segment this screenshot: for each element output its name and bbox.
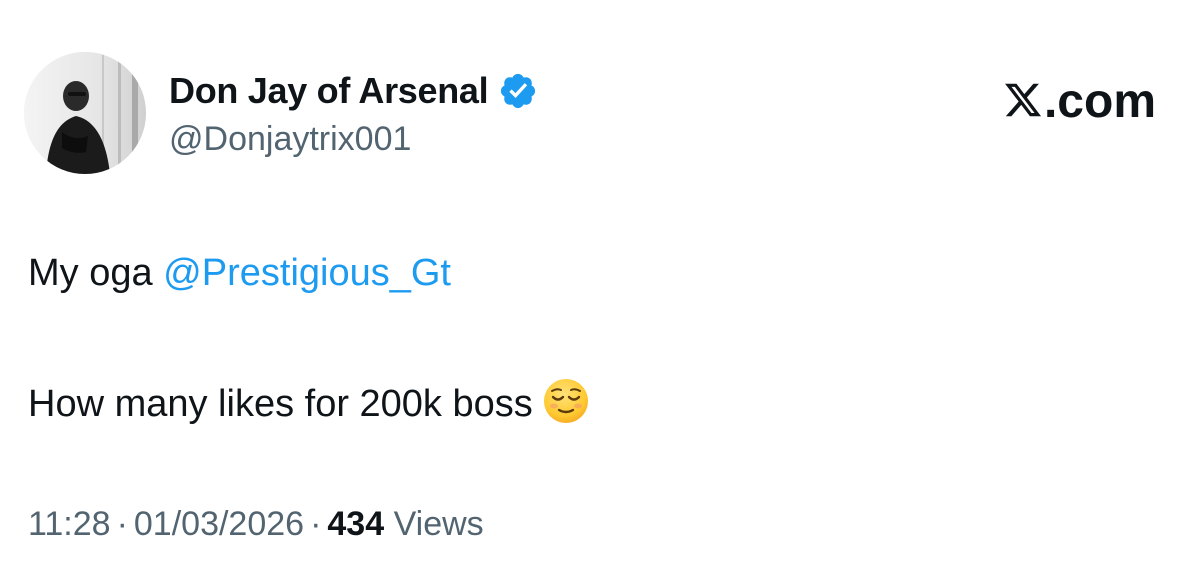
tweet-text-line-2: How many likes for 200k boss	[28, 376, 591, 427]
relieved-face-emoji-icon	[541, 376, 591, 426]
meta-separator: ·	[310, 505, 322, 543]
tweet-card: Don Jay of Arsenal @Donjaytrix001 .com M…	[0, 0, 1200, 570]
author-name-text: Don Jay of Arsenal	[169, 70, 489, 111]
tweet-text-line-1: My oga @Prestigious_Gt	[28, 250, 451, 296]
tweet-text-prefix: My oga	[28, 252, 164, 294]
author-handle[interactable]: @Donjaytrix001	[169, 118, 411, 160]
x-logo-icon	[1003, 78, 1043, 120]
author-name[interactable]: Don Jay of Arsenal	[169, 70, 538, 112]
tweet-time[interactable]: 11:28	[28, 505, 111, 543]
avatar[interactable]	[24, 52, 146, 174]
views-count: 434	[327, 505, 385, 543]
brand-logo[interactable]: .com	[1003, 74, 1156, 130]
mention-link[interactable]: @Prestigious_Gt	[163, 252, 451, 294]
verified-badge-icon	[498, 71, 538, 111]
tweet-meta: 11:28 · 01/03/2026 · 434 Views	[28, 502, 484, 546]
tweet-text-body: How many likes for 200k boss	[28, 383, 533, 425]
brand-logo-text: .com	[1043, 75, 1156, 128]
meta-separator: ·	[116, 505, 128, 543]
avatar-photo	[24, 52, 146, 174]
tweet-date[interactable]: 01/03/2026	[134, 505, 304, 543]
views-label: Views	[393, 505, 484, 543]
